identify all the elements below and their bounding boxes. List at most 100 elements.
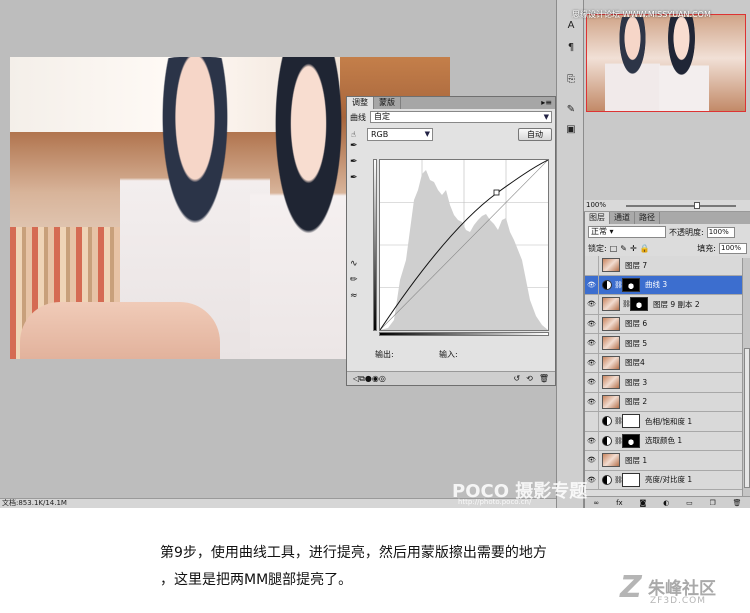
chain-link-icon[interactable]: ⛓ [614,417,623,425]
layer-row[interactable]: 👁 图层 3 [585,372,750,393]
curves-graph[interactable] [379,159,549,331]
chain-link-icon[interactable]: ⛓ [614,281,623,289]
eye-icon[interactable]: 👁 [585,275,599,295]
layer-row[interactable]: 👁 图层4 [585,353,750,373]
layer-row[interactable]: ⛓ 色相/饱和度 1 [585,411,750,432]
layer-style-icon[interactable]: fx [616,499,623,507]
lock-position-icon[interactable]: ✛ [630,244,637,253]
eye-icon[interactable]: 👁 [585,333,599,353]
eye-icon[interactable]: 👁 [585,392,599,412]
eye-icon[interactable]: 👁 [585,450,599,470]
layer-row[interactable]: 👁 图层 2 [585,392,750,412]
chain-link-icon[interactable]: ⛓ [614,476,623,484]
preset-select[interactable]: 自定 ▼ [370,111,552,123]
curve-point-tool-icon[interactable]: ∿ [350,259,362,269]
panel-icon-strip: A ¶ ⎘ ✎ ▣ [556,0,584,508]
layer-row[interactable]: 👁 图层 6 [585,314,750,334]
new-group-icon[interactable]: ▭ [686,499,693,507]
auto-button[interactable]: 自动 [518,127,552,141]
tab-channels[interactable]: 通道 [610,212,635,224]
output-label: 输出: [375,350,394,359]
site-logo: Z 朱峰社区 ZF3D.COM [618,572,748,610]
layer-row[interactable]: 图层 7 [585,255,750,276]
navigator-thumbnail[interactable] [586,14,746,112]
panel-menu-icon[interactable]: ▸≡ [541,97,552,109]
on-image-adjust-icon[interactable]: ☝ [351,130,356,139]
layer-mask-thumbnail[interactable] [630,297,648,312]
link-layers-icon[interactable]: ∞ [593,499,599,507]
curves-side-tools: ✒ ✒ ✒ ∿ ✏ ≈ [350,141,362,301]
layers-scrollbar[interactable] [742,258,750,496]
view-previous-icon[interactable]: ◉ [372,374,379,383]
chevron-down-icon: ▼ [543,113,549,121]
curve-control-point[interactable] [493,189,500,196]
black-eyedropper-icon[interactable]: ✒ [350,141,362,151]
watermark-top: 思缘设计论坛 WWW.MISSYUAN.COM [572,10,711,19]
eye-icon[interactable] [585,411,599,431]
chain-link-icon[interactable]: ⛓ [622,300,631,308]
channel-select[interactable]: RGB ▼ [367,127,433,141]
visibility-toggle-icon[interactable]: ● [365,374,372,383]
reset-defaults-icon[interactable]: ⟲ [526,374,533,383]
smooth-tool-icon[interactable]: ≈ [350,291,362,301]
eye-icon[interactable]: 👁 [585,431,599,451]
tool-presets-icon[interactable]: ▣ [562,120,580,138]
layer-name: 图层 7 [625,260,648,270]
trash-icon[interactable]: 🗑 [539,374,549,383]
eye-icon[interactable]: 👁 [585,353,599,373]
curves-label: 曲线 [350,112,366,122]
lock-transparent-icon[interactable]: □ [610,244,618,253]
brush-panel-icon[interactable]: ✎ [562,100,580,118]
clone-source-panel-icon[interactable]: ⎘ [562,70,580,88]
eye-icon[interactable]: 👁 [585,294,599,314]
input-label: 输入: [439,350,458,359]
lock-all-icon[interactable]: 🔒 [640,244,650,253]
lock-label: 锁定: [588,243,607,253]
layer-row[interactable]: 👁 ⛓ 曲线 3 [585,275,750,295]
layer-mask-thumbnail[interactable] [622,414,640,429]
lock-image-icon[interactable]: ✎ [620,244,627,253]
layer-row[interactable]: 👁 ⛓ 亮度/对比度 1 [585,470,750,490]
tab-adjustments[interactable]: 调整 [347,97,374,109]
tab-masks[interactable]: 蒙版 [374,97,401,109]
fill-field[interactable]: 100% [719,242,747,254]
new-layer-icon[interactable]: ❐ [710,499,716,507]
layers-panel: 图层 通道 路径 正常 ▾ 不透明度: 100% 锁定: □ ✎ ✛ 🔒 填充:… [584,212,750,508]
eye-icon[interactable]: 👁 [585,314,599,334]
gray-eyedropper-icon[interactable]: ✒ [350,157,362,167]
layer-name: 图层4 [625,358,645,368]
reset-icon[interactable]: ↺ [513,374,520,383]
layer-mask-thumbnail[interactable] [622,433,640,448]
chevron-down-icon: ▾ [609,227,614,236]
pencil-tool-icon[interactable]: ✏ [350,275,362,285]
tab-layers[interactable]: 图层 [585,212,610,224]
tab-paths[interactable]: 路径 [635,212,660,224]
blend-mode-value: 正常 [591,227,607,236]
eye-icon[interactable] [585,255,599,275]
layer-thumbnail [602,258,620,273]
chain-link-icon[interactable]: ⛓ [614,437,623,445]
layers-scroll-thumb[interactable] [744,348,750,488]
zoom-slider-knob[interactable] [694,202,700,209]
opacity-field[interactable]: 100% [706,226,735,238]
layer-mask-thumbnail[interactable] [622,472,640,487]
trash-icon[interactable]: 🗑 [733,499,742,507]
adjustment-layer-icon[interactable]: ◐ [663,499,669,507]
blend-mode-select[interactable]: 正常 ▾ [588,226,666,238]
white-eyedropper-icon[interactable]: ✒ [350,173,362,183]
paragraph-panel-icon[interactable]: ¶ [562,38,580,56]
fill-label: 填充: [697,243,716,253]
eye-icon[interactable]: ◎ [379,374,386,383]
layer-row[interactable]: 👁 图层 5 [585,333,750,354]
layer-row[interactable]: 👁 ⛓ 图层 9 副本 2 [585,294,750,315]
layer-thumbnail [602,297,620,312]
layer-mask-thumbnail[interactable] [622,277,640,292]
layer-name: 图层 2 [625,397,648,407]
zoom-value[interactable]: 100% [586,201,606,209]
layer-row[interactable]: 👁 图层 1 [585,450,750,471]
add-mask-icon[interactable]: ◙ [640,499,647,507]
blend-opacity-row: 正常 ▾ 不透明度: 100% [585,224,750,240]
eye-icon[interactable]: 👁 [585,372,599,392]
zoom-slider[interactable] [626,205,736,207]
layer-row[interactable]: 👁 ⛓ 选取颜色 1 [585,431,750,451]
